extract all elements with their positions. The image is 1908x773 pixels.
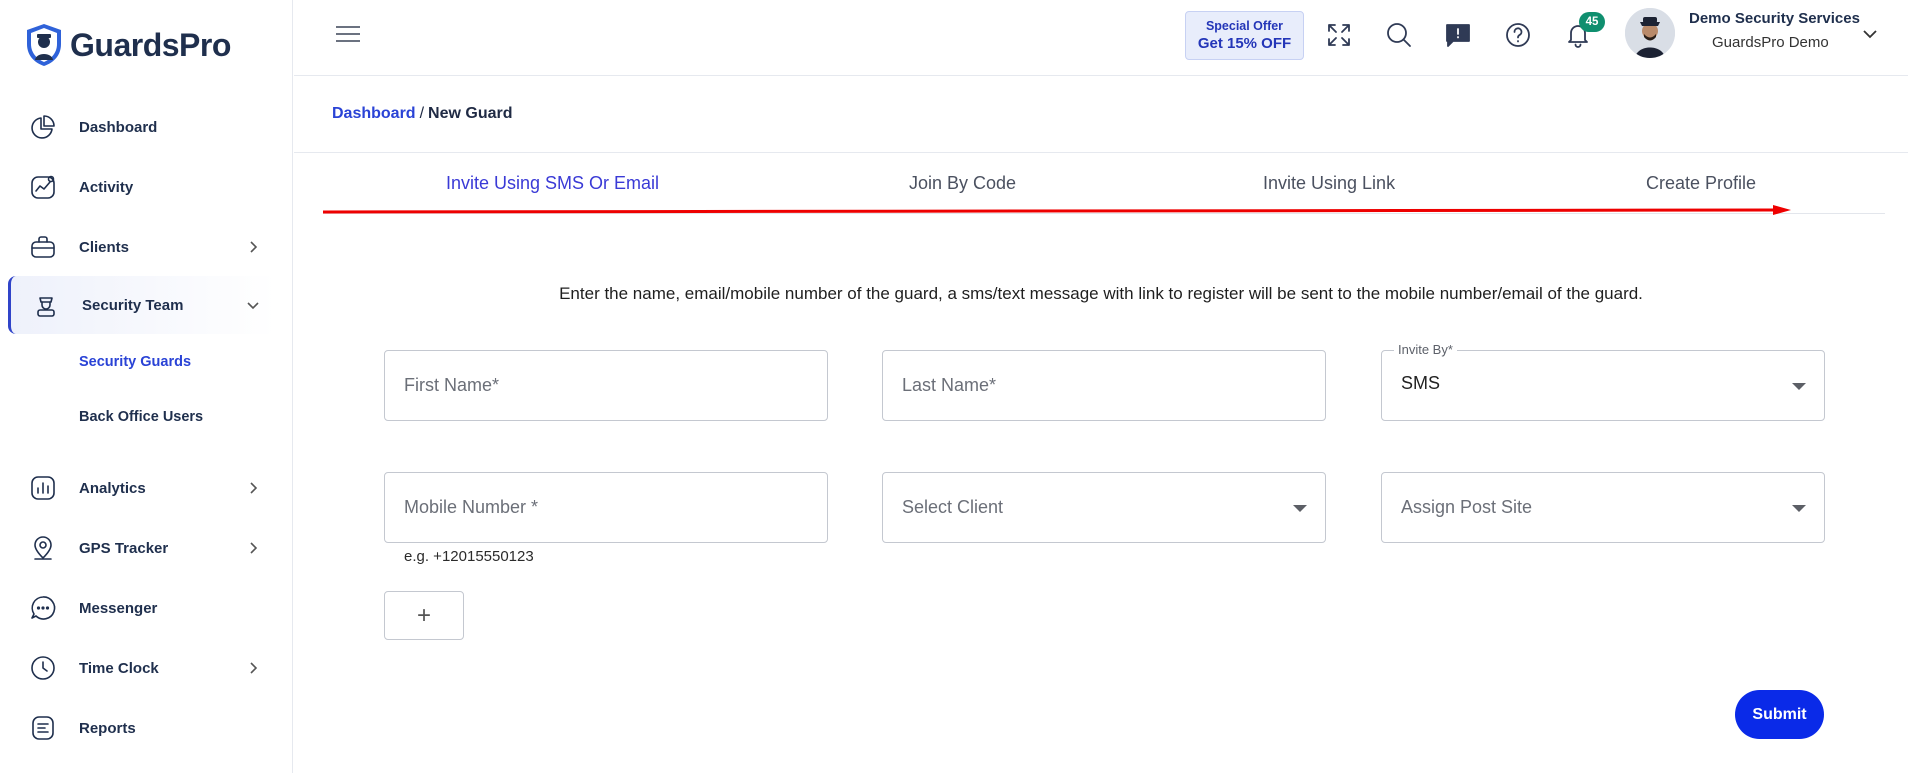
- select-client-placeholder: Select Client: [902, 497, 1004, 517]
- assign-post-site-placeholder: Assign Post Site: [1401, 497, 1533, 517]
- last-name-placeholder: Last Name*: [902, 375, 997, 395]
- form-instructions: Enter the name, email/mobile number of t…: [559, 284, 1643, 303]
- help-icon[interactable]: [1503, 20, 1533, 50]
- chevron-right-icon: [246, 661, 260, 675]
- tab-create-profile[interactable]: Create Profile: [1646, 173, 1756, 194]
- sidebar-item-label: Activity: [79, 178, 134, 196]
- guard-shield-logo-icon: [27, 24, 61, 66]
- chevron-right-icon: [246, 240, 260, 254]
- feedback-icon[interactable]: [1443, 20, 1473, 50]
- location-pin-icon: [28, 533, 58, 563]
- sidebar-item-label: Analytics: [79, 479, 146, 497]
- sidebar-item-label: Messenger: [79, 599, 158, 617]
- header-divider: [294, 152, 1908, 153]
- user-name[interactable]: Demo Security Services: [1689, 10, 1860, 27]
- user-avatar[interactable]: [1625, 8, 1675, 58]
- clock-icon: [28, 653, 58, 683]
- sidebar-item-label: Time Clock: [79, 659, 159, 677]
- chevron-down-icon: [246, 298, 260, 312]
- sidebar-item-analytics[interactable]: Analytics: [8, 460, 276, 516]
- pie-chart-icon: [28, 112, 58, 142]
- fullscreen-icon[interactable]: [1324, 20, 1354, 50]
- offer-discount: Get 15% OFF: [1197, 35, 1292, 52]
- select-client-dropdown[interactable]: Select Client: [882, 472, 1326, 543]
- sidebar-item-dashboard[interactable]: Dashboard: [8, 99, 276, 155]
- user-organization: GuardsPro Demo: [1712, 34, 1829, 51]
- notification-count-badge: 45: [1579, 12, 1605, 32]
- dropdown-caret-icon: [1792, 505, 1806, 512]
- top-header: Special Offer Get 15% OFF 45 Demo Securi…: [294, 0, 1908, 76]
- sidebar-subitem-security-guards[interactable]: Security Guards: [79, 354, 191, 370]
- breadcrumb-separator: /: [419, 105, 425, 122]
- search-icon[interactable]: [1384, 20, 1414, 50]
- add-guard-row-button[interactable]: +: [384, 591, 464, 640]
- first-name-field[interactable]: First Name*: [384, 350, 828, 421]
- tab-join-by-code[interactable]: Join By Code: [909, 173, 1016, 194]
- invite-by-value: SMS: [1401, 373, 1441, 393]
- chevron-down-icon[interactable]: [1862, 26, 1878, 42]
- sidebar-item-messenger[interactable]: Messenger: [8, 580, 276, 636]
- invite-by-label: Invite By*: [1394, 342, 1457, 357]
- sidebar-item-gps-tracker[interactable]: GPS Tracker: [8, 520, 276, 576]
- breadcrumb: Dashboard / New Guard: [332, 105, 513, 123]
- guard-icon: [31, 290, 61, 320]
- last-name-field[interactable]: Last Name*: [882, 350, 1326, 421]
- annotation-arrow: [323, 205, 1791, 215]
- mobile-number-field[interactable]: Mobile Number *: [384, 472, 828, 543]
- breadcrumb-current: New Guard: [428, 105, 513, 122]
- assign-post-site-dropdown[interactable]: Assign Post Site: [1381, 472, 1825, 543]
- mobile-number-hint: e.g. +12015550123: [404, 548, 534, 565]
- sidebar-item-label: Clients: [79, 238, 130, 256]
- sidebar-item-time-clock[interactable]: Time Clock: [8, 640, 276, 696]
- dropdown-caret-icon: [1792, 383, 1806, 390]
- sidebar: GuardsPro Dashboard Activity Clients Sec…: [0, 0, 293, 773]
- chevron-right-icon: [246, 481, 260, 495]
- sidebar-item-label: Dashboard: [79, 118, 158, 136]
- sidebar-item-label: GPS Tracker: [79, 539, 169, 557]
- tab-invite-sms-email[interactable]: Invite Using SMS Or Email: [446, 173, 659, 194]
- breadcrumb-dashboard-link[interactable]: Dashboard: [332, 105, 416, 122]
- sidebar-item-clients[interactable]: Clients: [8, 219, 276, 275]
- brand-name: GuardsPro: [70, 26, 231, 63]
- sidebar-item-reports[interactable]: Reports: [8, 700, 276, 756]
- submit-button[interactable]: Submit: [1735, 690, 1824, 739]
- chat-bubble-icon: [28, 593, 58, 623]
- first-name-placeholder: First Name*: [404, 375, 500, 395]
- invite-by-select[interactable]: Invite By* SMS: [1381, 342, 1825, 421]
- sidebar-subitem-back-office-users[interactable]: Back Office Users: [79, 409, 203, 425]
- tab-invite-using-link[interactable]: Invite Using Link: [1263, 173, 1395, 194]
- offer-title: Special Offer: [1205, 19, 1284, 33]
- dropdown-caret-icon: [1293, 505, 1307, 512]
- activity-icon: [28, 172, 58, 202]
- mobile-number-placeholder: Mobile Number *: [404, 497, 539, 517]
- special-offer-button[interactable]: Special Offer Get 15% OFF: [1185, 11, 1304, 60]
- brand-logo[interactable]: GuardsPro: [24, 22, 231, 68]
- bar-chart-icon: [28, 473, 58, 503]
- sidebar-item-activity[interactable]: Activity: [8, 159, 276, 215]
- menu-toggle-icon[interactable]: [336, 26, 360, 46]
- document-icon: [28, 713, 58, 743]
- chevron-right-icon: [246, 541, 260, 555]
- sidebar-item-label: Reports: [79, 719, 136, 737]
- briefcase-icon: [28, 232, 58, 262]
- sidebar-item-label: Security Team: [82, 296, 184, 314]
- sidebar-item-security-team[interactable]: Security Team: [8, 276, 276, 334]
